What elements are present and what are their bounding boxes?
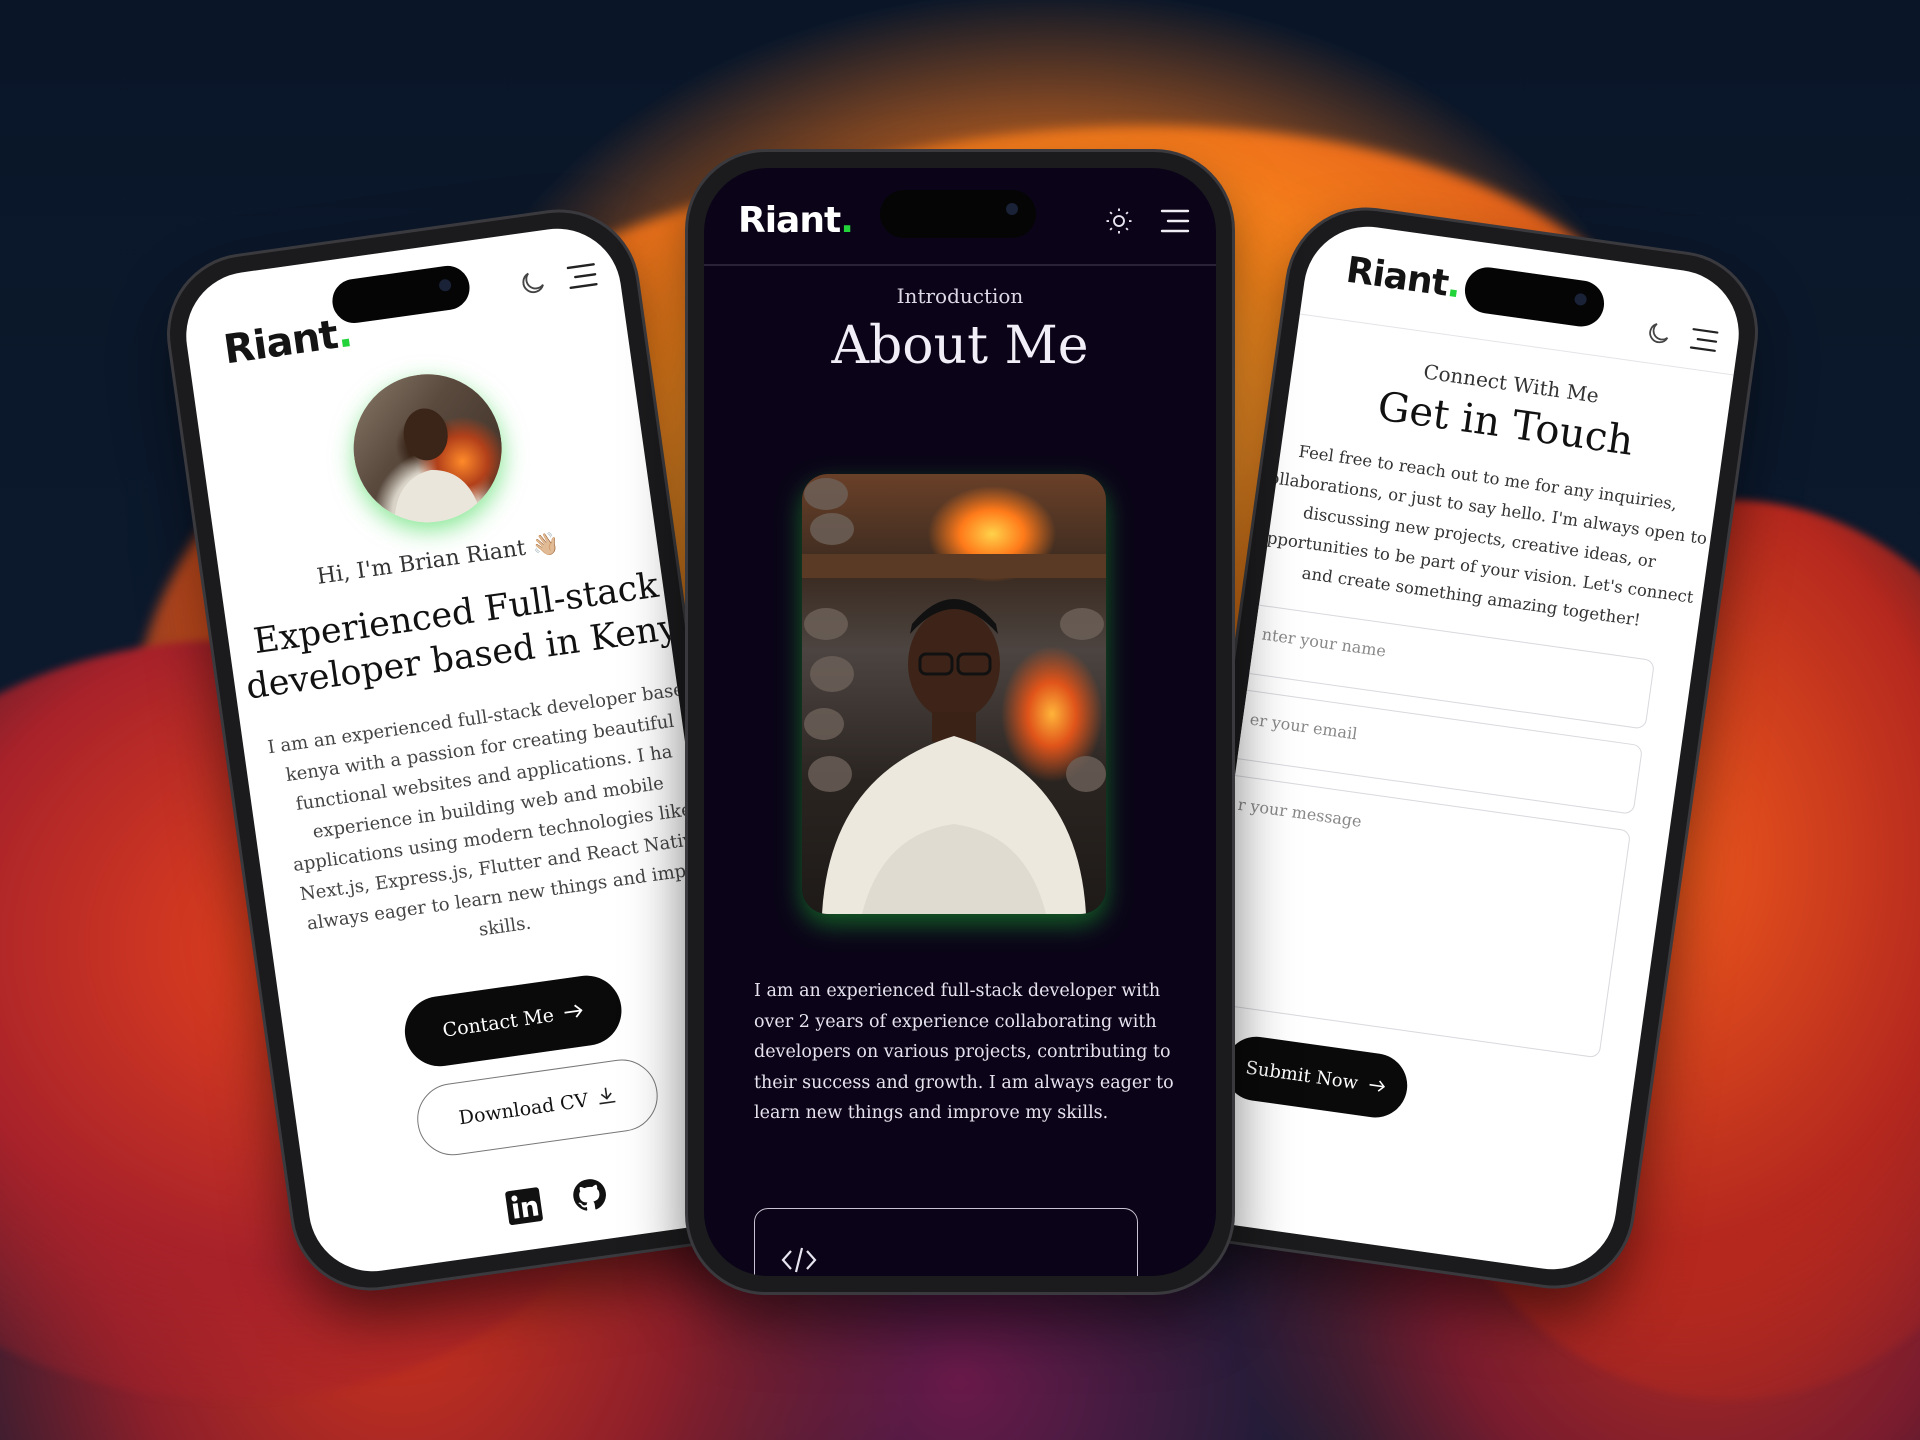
- profile-photo: [802, 474, 1106, 914]
- section-eyebrow: Introduction: [896, 284, 1024, 308]
- arrow-right-icon: [562, 1000, 585, 1025]
- download-icon: [596, 1085, 617, 1110]
- contact-me-button[interactable]: Contact Me: [400, 971, 626, 1071]
- dynamic-island: [880, 190, 1036, 238]
- skill-card[interactable]: [754, 1208, 1138, 1276]
- site-logo[interactable]: Riant.: [221, 310, 354, 373]
- submit-now-button[interactable]: Submit Now: [1220, 1032, 1412, 1122]
- github-icon[interactable]: [569, 1175, 610, 1220]
- menu-icon[interactable]: [1160, 208, 1190, 238]
- bio-text: I am an experienced full-stack developer…: [266, 679, 696, 941]
- about-bio: I am an experienced full-stack developer…: [754, 981, 1174, 1123]
- code-icon: [781, 1245, 817, 1276]
- avatar: [344, 364, 512, 532]
- linkedin-icon[interactable]: [504, 1186, 545, 1231]
- phone-about: Riant. Introduction About Me I am an exp…: [688, 152, 1232, 1292]
- arrow-right-icon: [1366, 1074, 1387, 1097]
- menu-icon[interactable]: [566, 261, 600, 295]
- moon-icon[interactable]: [516, 266, 550, 304]
- site-logo[interactable]: Riant.: [1344, 250, 1463, 307]
- message-field[interactable]: r your message: [1193, 773, 1632, 1059]
- about-screen: Riant. Introduction About Me I am an exp…: [704, 168, 1216, 1276]
- site-logo[interactable]: Riant.: [738, 200, 854, 241]
- moon-icon[interactable]: [1642, 318, 1674, 354]
- section-title: About Me: [831, 316, 1089, 376]
- sun-icon[interactable]: [1104, 206, 1134, 240]
- download-cv-button[interactable]: Download CV: [412, 1054, 663, 1160]
- menu-icon[interactable]: [1688, 326, 1720, 358]
